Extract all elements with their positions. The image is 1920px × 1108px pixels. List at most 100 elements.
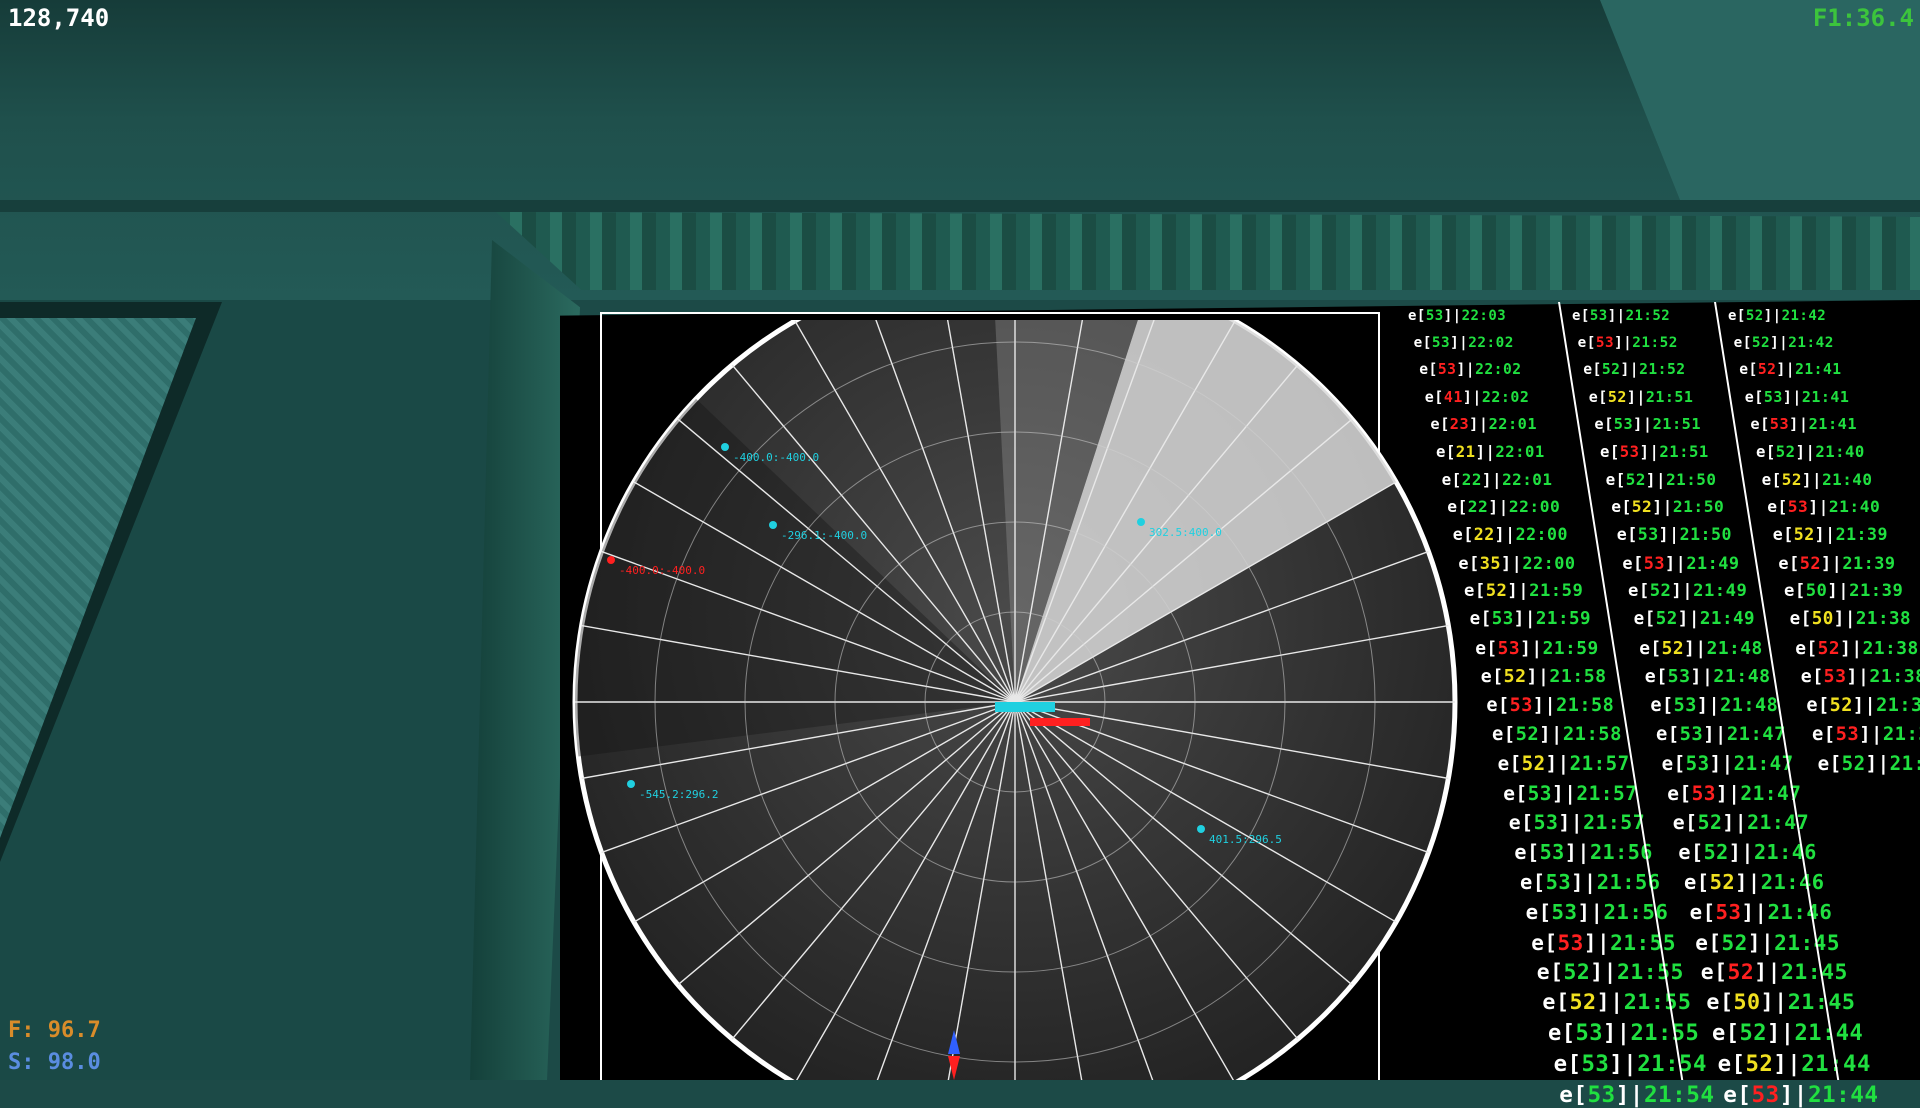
log-entry-code: 22 (1461, 469, 1482, 489)
log-entry-time: 21:37 (1882, 723, 1920, 745)
log-entry: e[52]|21:52 (1583, 361, 1686, 379)
log-entry: e[53]|21:41 (1744, 388, 1850, 407)
log-entry-code: 53 (1619, 442, 1640, 461)
log-entry-code: 53 (1769, 415, 1790, 434)
log-entry-code: 53 (1751, 1081, 1780, 1108)
log-entry: e[53]|21:54 (1553, 1051, 1707, 1078)
log-entry: e[50]|21:38 (1789, 609, 1912, 630)
radar-marker-dot (1137, 518, 1145, 526)
log-entry-time: 21:37 (1889, 752, 1920, 776)
log-entry-code: 53 (1509, 694, 1533, 716)
radar-marker-label: 302.5:400.0 (1149, 526, 1222, 539)
log-entry-time: 21:39 (1835, 525, 1888, 545)
log-entry-code: 52 (1829, 694, 1853, 716)
log-entry-time: 21:45 (1787, 990, 1856, 1016)
log-entry-code: 52 (1649, 581, 1672, 601)
log-entry-code: 53 (1643, 552, 1666, 573)
log-entry-code: 22 (1467, 497, 1489, 517)
radar-marker-label: -400.0:-400.0 (733, 451, 819, 464)
log-entry: e[53]|21:38 (1801, 666, 1920, 687)
log-entry-time: 22:00 (1522, 552, 1576, 573)
log-entry-time: 21:51 (1645, 388, 1694, 407)
log-entry-time: 21:49 (1693, 581, 1748, 601)
log-entry: e[52]|21:58 (1492, 723, 1622, 745)
radar-marker-dot (607, 556, 615, 564)
log-entry-code: 53 (1679, 723, 1704, 745)
log-entry: e[52]|21:49 (1633, 609, 1756, 630)
log-entry-code: 52 (1709, 870, 1736, 894)
log-entry: e[52]|21:39 (1778, 552, 1896, 573)
log-entry-code: 53 (1581, 1051, 1610, 1078)
log-entry: e[53]|21:51 (1600, 442, 1709, 461)
log-entry: e[53]|21:57 (1503, 781, 1638, 805)
log-entry: e[52]|21:50 (1611, 497, 1725, 517)
log-entry-time: 21:38 (1855, 609, 1912, 630)
log-entry-time: 21:50 (1666, 469, 1717, 489)
log-entry-code: 52 (1745, 308, 1764, 324)
log-entry: e[53]|21:40 (1767, 497, 1881, 517)
radar-marker-label: -545.2:296.2 (639, 788, 718, 801)
log-entry-code: 53 (1587, 1081, 1616, 1108)
log-entry: e[52]|21:49 (1628, 581, 1748, 601)
log-entry-time: 21:48 (1720, 694, 1779, 716)
log-entry-code: 52 (1757, 361, 1777, 379)
log-entry-code: 53 (1527, 781, 1552, 805)
log-entry: e[52]|21:39 (1772, 525, 1888, 545)
log-entry-time: 21:52 (1639, 361, 1686, 379)
log-entry: e[52]|21:57 (1497, 752, 1630, 776)
log-entry-code: 52 (1569, 990, 1597, 1016)
log-entry: e[53]|21:54 (1559, 1081, 1715, 1108)
log-entry: e[52]|21:59 (1464, 581, 1584, 601)
log-entry-time: 21:52 (1632, 334, 1678, 351)
log-entry-code: 53 (1823, 666, 1847, 688)
log-entry: e[22]|22:00 (1452, 525, 1568, 545)
log-entry-code: 22 (1473, 525, 1495, 545)
log-entry-time: 22:02 (1475, 361, 1522, 379)
log-entry-time: 21:57 (1569, 752, 1630, 776)
log-entry: e[22]|22:01 (1441, 469, 1553, 489)
log-entry-code: 52 (1485, 581, 1508, 601)
log-entry-time: 22:02 (1481, 388, 1530, 407)
radar-marker-label: -296.1:-400.0 (781, 529, 867, 542)
log-entry-code: 53 (1613, 415, 1634, 434)
log-entry-code: 53 (1589, 308, 1608, 324)
radar-map: -400.0:-400.0 -296.1:-400.0 302.5:400.0 -40… (572, 320, 1458, 1080)
log-entry-time: 22:01 (1495, 442, 1545, 461)
log-entry-code: 52 (1793, 525, 1815, 545)
log-entry-code: 53 (1551, 899, 1578, 924)
log-entry: e[53]|21:47 (1656, 723, 1786, 745)
log-entry: e[52]|21:37 (1806, 695, 1920, 716)
log-entry: e[53]|21:52 (1577, 334, 1678, 351)
log-entry-code: 52 (1607, 388, 1627, 407)
log-entry-code: 35 (1479, 552, 1502, 573)
log-entry-code: 53 (1673, 694, 1697, 716)
log-entry-code: 52 (1655, 609, 1678, 630)
log-entry-code: 52 (1625, 469, 1646, 489)
log-entry-time: 21:45 (1781, 959, 1848, 985)
log-entry-time: 21:55 (1617, 959, 1684, 985)
s-readout: S: 98.0 (8, 1050, 101, 1075)
log-entry-time: 21:57 (1576, 781, 1638, 805)
log-entry-code: 52 (1515, 723, 1540, 745)
log-entry-time: 21:52 (1625, 308, 1671, 324)
log-entry-time: 21:59 (1535, 609, 1592, 630)
log-entry-time: 21:39 (1849, 581, 1904, 601)
log-entry-time: 21:42 (1788, 334, 1834, 351)
log-entry: e[52]|21:45 (1700, 959, 1848, 985)
log-entry-code: 52 (1775, 442, 1796, 461)
log-entry: e[53]|21:48 (1644, 666, 1771, 688)
log-entry: e[53]|21:47 (1661, 752, 1794, 776)
radar-marker-label: -400.0:-400.0 (619, 564, 705, 577)
radar-marker-dot (1197, 825, 1205, 833)
log-entry-time: 21:59 (1542, 637, 1599, 659)
log-entry: e[52]|21:55 (1536, 959, 1684, 985)
log-entry: e[53]|21:44 (1723, 1081, 1879, 1108)
log-entry-time: 21:55 (1610, 929, 1676, 955)
log-entry: e[52]|21:47 (1672, 810, 1810, 834)
log-entry-time: 21:55 (1623, 990, 1692, 1016)
log-entry-code: 53 (1491, 609, 1514, 630)
log-entry: e[53]|21:56 (1514, 840, 1653, 865)
log-entry: e[53]|21:37 (1812, 724, 1920, 745)
log-entry-code: 21 (1455, 442, 1476, 461)
log-entry-code: 52 (1503, 666, 1527, 688)
